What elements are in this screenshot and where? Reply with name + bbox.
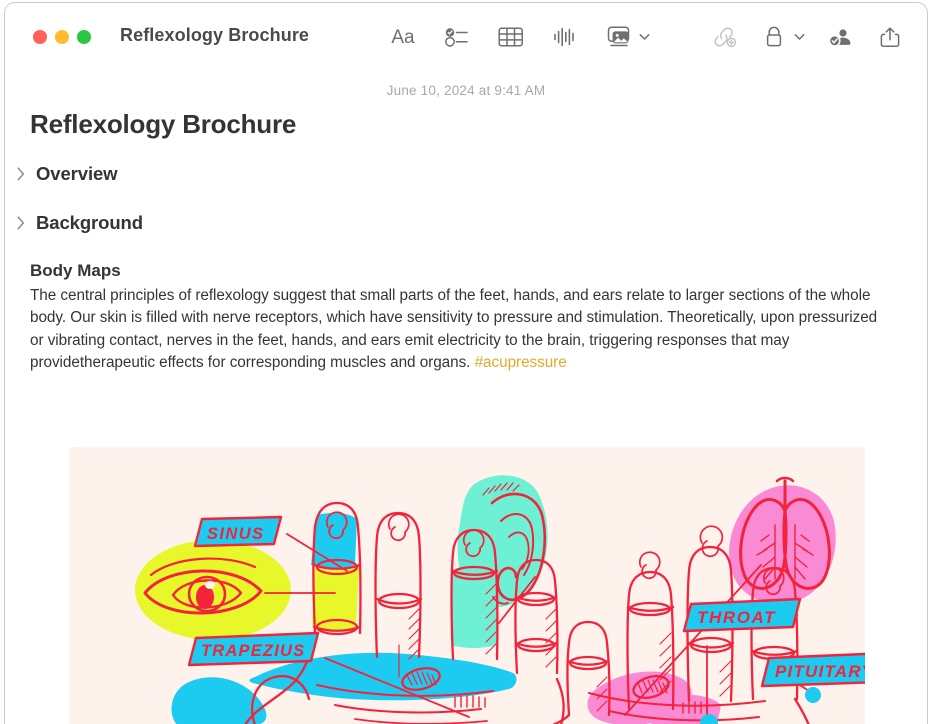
label-trapezius-text: TRAPEZIUS — [201, 642, 305, 660]
window-toolbar: Reflexology Brochure Aa — [5, 3, 927, 69]
hashtag-link[interactable]: #acupressure — [475, 354, 567, 371]
label-sinus[interactable]: SINUS — [193, 515, 283, 548]
label-throat[interactable]: THROAT — [682, 597, 802, 633]
share-upload-icon[interactable] — [874, 21, 906, 53]
label-pituitary[interactable]: PITUITARY — [760, 652, 865, 688]
media-photos-icon[interactable] — [603, 21, 635, 53]
hands-diagram: SINUS TRAPEZIUS THROAT PITUITARY — [135, 475, 865, 724]
label-pituitary-text: PITUITARY — [775, 662, 865, 681]
collaborate-person-icon[interactable] — [824, 21, 856, 53]
lock-icon[interactable] — [758, 21, 790, 53]
format-Aa-icon[interactable]: Aa — [387, 21, 419, 53]
note-title: Reflexology Brochure — [30, 109, 297, 139]
toolbar-center-group: Aa — [387, 21, 651, 53]
section-background-label: Background — [36, 212, 143, 233]
section-overview[interactable]: Overview — [13, 163, 118, 185]
media-photos-button[interactable] — [603, 21, 651, 53]
audio-waveform-icon[interactable] — [549, 21, 581, 53]
chevron-right-icon[interactable] — [13, 164, 29, 184]
zoom-window-button[interactable] — [77, 30, 91, 44]
window-title: Reflexology Brochure — [120, 25, 310, 45]
section-background[interactable]: Background — [13, 212, 143, 234]
section-overview-label: Overview — [36, 163, 118, 184]
chevron-down-icon[interactable] — [638, 21, 651, 53]
chevron-down-icon[interactable] — [793, 21, 806, 53]
label-throat-text: THROAT — [697, 608, 776, 627]
add-link-icon[interactable] — [708, 21, 740, 53]
pituitary-point — [805, 687, 821, 703]
body-paragraph[interactable]: The central principles of reflexology su… — [30, 285, 880, 374]
label-trapezius[interactable]: TRAPEZIUS — [187, 631, 320, 667]
traffic-light-controls — [33, 30, 91, 44]
checklist-icon[interactable] — [441, 21, 473, 53]
label-sinus-text: SINUS — [207, 525, 264, 543]
note-date: June 10, 2024 at 9:41 AM — [386, 83, 546, 98]
eye-blob — [135, 540, 291, 640]
svg-text:Aa: Aa — [391, 27, 415, 48]
chevron-right-icon[interactable] — [13, 213, 29, 233]
close-window-button[interactable] — [33, 30, 47, 44]
subheading-body-maps: Body Maps — [30, 261, 121, 280]
paragraph-text: The central principles of reflexology su… — [30, 287, 878, 371]
minimize-window-button[interactable] — [55, 30, 69, 44]
note-document[interactable]: June 10, 2024 at 9:41 AM Reflexology Bro… — [5, 69, 927, 724]
table-icon[interactable] — [495, 21, 527, 53]
toolbar-right-group — [708, 21, 906, 53]
reflexology-hands-illustration[interactable]: SINUS TRAPEZIUS THROAT PITUITARY — [69, 447, 865, 724]
notes-window: Reflexology Brochure Aa June 10, 2024 at… — [4, 2, 928, 724]
lock-note-button[interactable] — [758, 21, 806, 53]
